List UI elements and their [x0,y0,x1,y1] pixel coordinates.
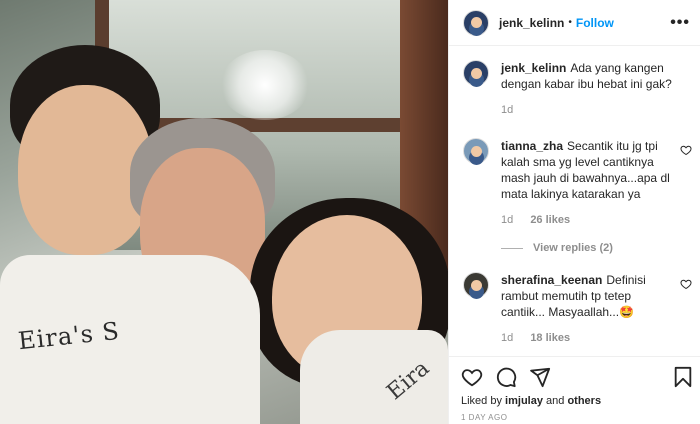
photo-light-glow [220,50,310,120]
view-replies-label: View replies (2) [533,242,613,254]
comment-item: tianna_zha Secantik itu jg tpi kalah sma … [449,138,700,228]
comment-body: sherafina_keenan Definisi rambut memutih … [501,272,688,346]
liked-by-and: and [546,395,565,407]
comment-body: tianna_zha Secantik itu jg tpi kalah sma … [501,138,688,228]
commenter-avatar[interactable] [463,138,489,164]
comment-item: sherafina_keenan Definisi rambut memutih … [449,272,700,346]
liked-by-others[interactable]: others [567,395,601,407]
like-comment-heart-icon[interactable] [680,278,692,290]
separator-dot: • [568,17,572,28]
like-comment-heart-icon[interactable] [680,144,692,156]
comment-meta: 1d 26 likes [501,212,674,228]
caption-body: jenk_kelinn Ada yang kangen dengan kabar … [501,60,688,118]
liked-by-line: Liked by imjulay and others [461,395,688,407]
action-icons-row [461,365,692,389]
view-replies-line [501,247,523,249]
share-send-icon[interactable] [529,366,551,388]
avatar-face-icon [470,279,482,291]
avatar-face-icon [470,67,482,79]
comment-username[interactable]: tianna_zha [501,139,563,153]
like-heart-icon[interactable] [461,366,483,388]
post-photo[interactable]: Eira's S Eira [0,0,448,424]
avatar-face-icon [470,17,482,28]
caption-username[interactable]: jenk_kelinn [501,61,566,75]
caption-meta: 1d [501,102,674,118]
post-time-ago[interactable]: 1 DAY AGO [461,413,688,422]
author-avatar[interactable] [463,9,489,36]
comment-time[interactable]: 1d [501,214,513,226]
comment-time[interactable]: 1d [501,332,513,344]
post-actions: Liked by imjulay and others 1 DAY AGO [449,356,700,422]
follow-button[interactable]: Follow [576,16,614,30]
save-bookmark-icon[interactable] [672,366,694,388]
view-replies-button[interactable]: View replies (2) [501,242,700,254]
more-options-icon[interactable]: ••• [670,14,690,32]
author-username[interactable]: jenk_kelinn [499,16,564,30]
comment-username[interactable]: sherafina_keenan [501,273,602,287]
comments-list[interactable]: jenk_kelinn Ada yang kangen dengan kabar … [449,60,700,356]
avatar-face-icon [470,145,482,157]
comment-likes[interactable]: 18 likes [530,332,570,344]
liked-by-user[interactable]: imjulay [505,395,543,407]
caption: jenk_kelinn Ada yang kangen dengan kabar … [449,60,700,118]
caption-time[interactable]: 1d [501,104,513,116]
post-side-panel: jenk_kelinn • Follow ••• jenk_kelinn Ada … [448,0,700,424]
commenter-avatar[interactable] [463,272,489,298]
comment-meta: 1d 18 likes [501,330,674,346]
comment-likes[interactable]: 26 likes [530,214,570,226]
liked-by-prefix: Liked by [461,395,502,407]
post-header: jenk_kelinn • Follow ••• [449,0,700,46]
caption-avatar[interactable] [463,60,489,86]
comment-bubble-icon[interactable] [495,366,517,388]
